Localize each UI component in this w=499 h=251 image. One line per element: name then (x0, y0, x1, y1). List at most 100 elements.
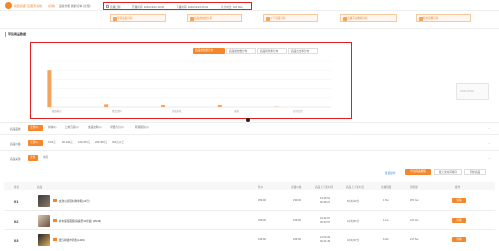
col-price: 售价 (258, 186, 264, 189)
x-tick-label: 母婴 (234, 110, 239, 113)
tab-sales-analysis[interactable]: 商品成交额分析 (187, 14, 242, 22)
logo-icon (5, 2, 12, 9)
export-data-button[interactable]: 导出商品数据 (405, 169, 431, 175)
x-tick-label: 服饰鞋包 (52, 110, 62, 113)
row-sales: 6.6w (383, 238, 389, 241)
row-sales: 1.1w (383, 219, 389, 222)
sync-button[interactable]: 同步商品 (464, 169, 486, 175)
x-tick-label: 食品饮料 (112, 110, 122, 113)
chart-side-widget[interactable]: VIEW MORE (456, 83, 489, 100)
product-title[interactable]: 女款小皮鞋时尚单鞋(14号) (59, 199, 90, 203)
product-tag (53, 199, 57, 202)
divider (0, 28, 499, 29)
price-option[interactable]: 0-50元 (46, 140, 58, 146)
detail-button[interactable]: 详情 (452, 198, 466, 203)
col-duration: 商品上下架时长 (346, 186, 365, 189)
row-time-on: 19:16:51 (320, 197, 331, 200)
row-price: ¥59.90 (258, 219, 266, 222)
category-filter-label: 商品品类: (10, 128, 22, 131)
col-rank: 排名 (14, 186, 20, 189)
product-image[interactable] (38, 195, 50, 207)
col-action: 操作 (455, 186, 461, 189)
category-option[interactable]: 鞋靴箱包(1) (133, 125, 151, 131)
x-tick-label: 美妆护肤 (172, 110, 182, 113)
chart-icon (112, 16, 117, 21)
product-tag (53, 238, 57, 241)
row-live-price: ¥39.90 (293, 199, 301, 202)
live-date-label: 直播日期 (110, 5, 121, 9)
tab-label: 人气流量分析 (270, 17, 286, 20)
product-image[interactable] (38, 234, 50, 246)
detail-button[interactable]: 详情 (452, 218, 466, 223)
shop-name[interactable]: 婉姐商铺门店服务系统 (14, 4, 42, 8)
row-revenue: ¥57.4w (410, 199, 419, 202)
start-time: 开播时间: 2020/12/22 19:00 (132, 5, 165, 9)
nav-analysis[interactable]: 运营分析 (59, 4, 70, 8)
divider (0, 122, 499, 123)
calendar-icon (106, 4, 109, 8)
row-time-off: 00:38:21 (320, 201, 331, 204)
category-option[interactable]: 母婴育儿(1) (108, 125, 126, 131)
chart-icon (342, 16, 347, 21)
row-time-on: 19:42:07 (320, 217, 331, 220)
price-option[interactable]: 300元以上 (110, 140, 126, 146)
product-title[interactable]: 补水保湿面膜(清爽型10片装) (45/16) (59, 219, 101, 223)
bar-服饰鞋包 (47, 70, 52, 107)
source-filter-label: 商品来源: (10, 158, 22, 161)
bar-母婴 (217, 105, 222, 107)
price-option-all[interactable]: 全部(1) (28, 140, 43, 146)
chevron-down-icon[interactable]: ⌄ (488, 156, 491, 160)
chart-grid (47, 60, 331, 108)
row-rank: 01 (14, 199, 19, 204)
tab-label: 粉丝画像分析 (423, 17, 439, 20)
product-title[interactable]: 婴儿棉柔巾新生(L403) (59, 238, 85, 242)
source-option-all[interactable]: 全部 (28, 155, 38, 161)
row-time-on: 21:04:29 (320, 236, 331, 239)
category-option[interactable]: 食品饮料(1) (86, 125, 104, 131)
chart-side-label: VIEW MORE (460, 90, 474, 93)
switch-link[interactable]: [切换] (48, 4, 55, 8)
detail-button[interactable]: 详情 (452, 237, 466, 242)
row-rank: 02 (14, 219, 19, 224)
price-option[interactable]: 50-100元 (60, 140, 75, 146)
row-revenue: ¥17.2w (410, 219, 419, 222)
section-marker (5, 32, 6, 37)
product-image[interactable] (38, 215, 50, 227)
x-tick-label: 日用百货 (293, 110, 303, 113)
row-time-off: 00:41:46 (320, 240, 331, 243)
tab-traffic-analysis[interactable]: 人气流量分析 (263, 14, 318, 22)
chevron-down-icon[interactable]: ⌄ (488, 126, 491, 130)
tab-label: 商品成交额分析 (194, 17, 213, 20)
tab-interaction-analysis[interactable]: 直播互动数据分析 (340, 14, 397, 22)
divider (0, 134, 499, 135)
bar-美妆护肤 (161, 105, 165, 107)
category-option[interactable]: 日用百货(1) (63, 125, 81, 131)
chart-icon (418, 16, 423, 21)
col-revenue: 销售额 (410, 186, 418, 189)
col-live-price: 直播价格 (291, 186, 302, 189)
tab-fans-analysis[interactable]: 粉丝画像分析 (416, 14, 471, 22)
row-live-price: ¥26.90 (293, 219, 301, 222)
col-product: 商品 (37, 186, 43, 189)
product-tag (53, 219, 57, 222)
row-price: ¥39.90 (258, 238, 266, 241)
nav-orders[interactable]: 我的订单 (全部) (71, 4, 90, 8)
divider (0, 150, 499, 151)
section-title: 带货商品数据 (8, 32, 27, 36)
sort-button[interactable]: 按上架时间排序 (434, 169, 462, 175)
category-option[interactable]: 护肤(1) (46, 125, 58, 131)
price-option[interactable]: 200-300元 (93, 140, 109, 146)
tab-goods-analysis[interactable]: 带货商品分析 (110, 14, 166, 22)
tab-label: 带货商品分析 (117, 17, 133, 20)
bar-chart (47, 60, 331, 108)
row-revenue: ¥17.6w (410, 238, 419, 241)
category-option-all[interactable]: 全部(1) (28, 125, 43, 131)
price-option[interactable]: 100-200元 (76, 140, 92, 146)
total-duration: 共计时长: 10h 09m (221, 5, 243, 9)
chevron-down-icon[interactable]: ⌄ (488, 141, 491, 145)
row-sales: 1.5w (383, 199, 389, 202)
batch-action-link[interactable]: 批量操作 (385, 171, 395, 175)
source-option[interactable]: 淘宝 (41, 155, 50, 161)
live-session-filter[interactable]: 直播日期 开播时间: 2020/12/22 19:00 下播时间: 2020/1… (103, 1, 252, 10)
row-price: ¥59.90 (258, 199, 266, 202)
